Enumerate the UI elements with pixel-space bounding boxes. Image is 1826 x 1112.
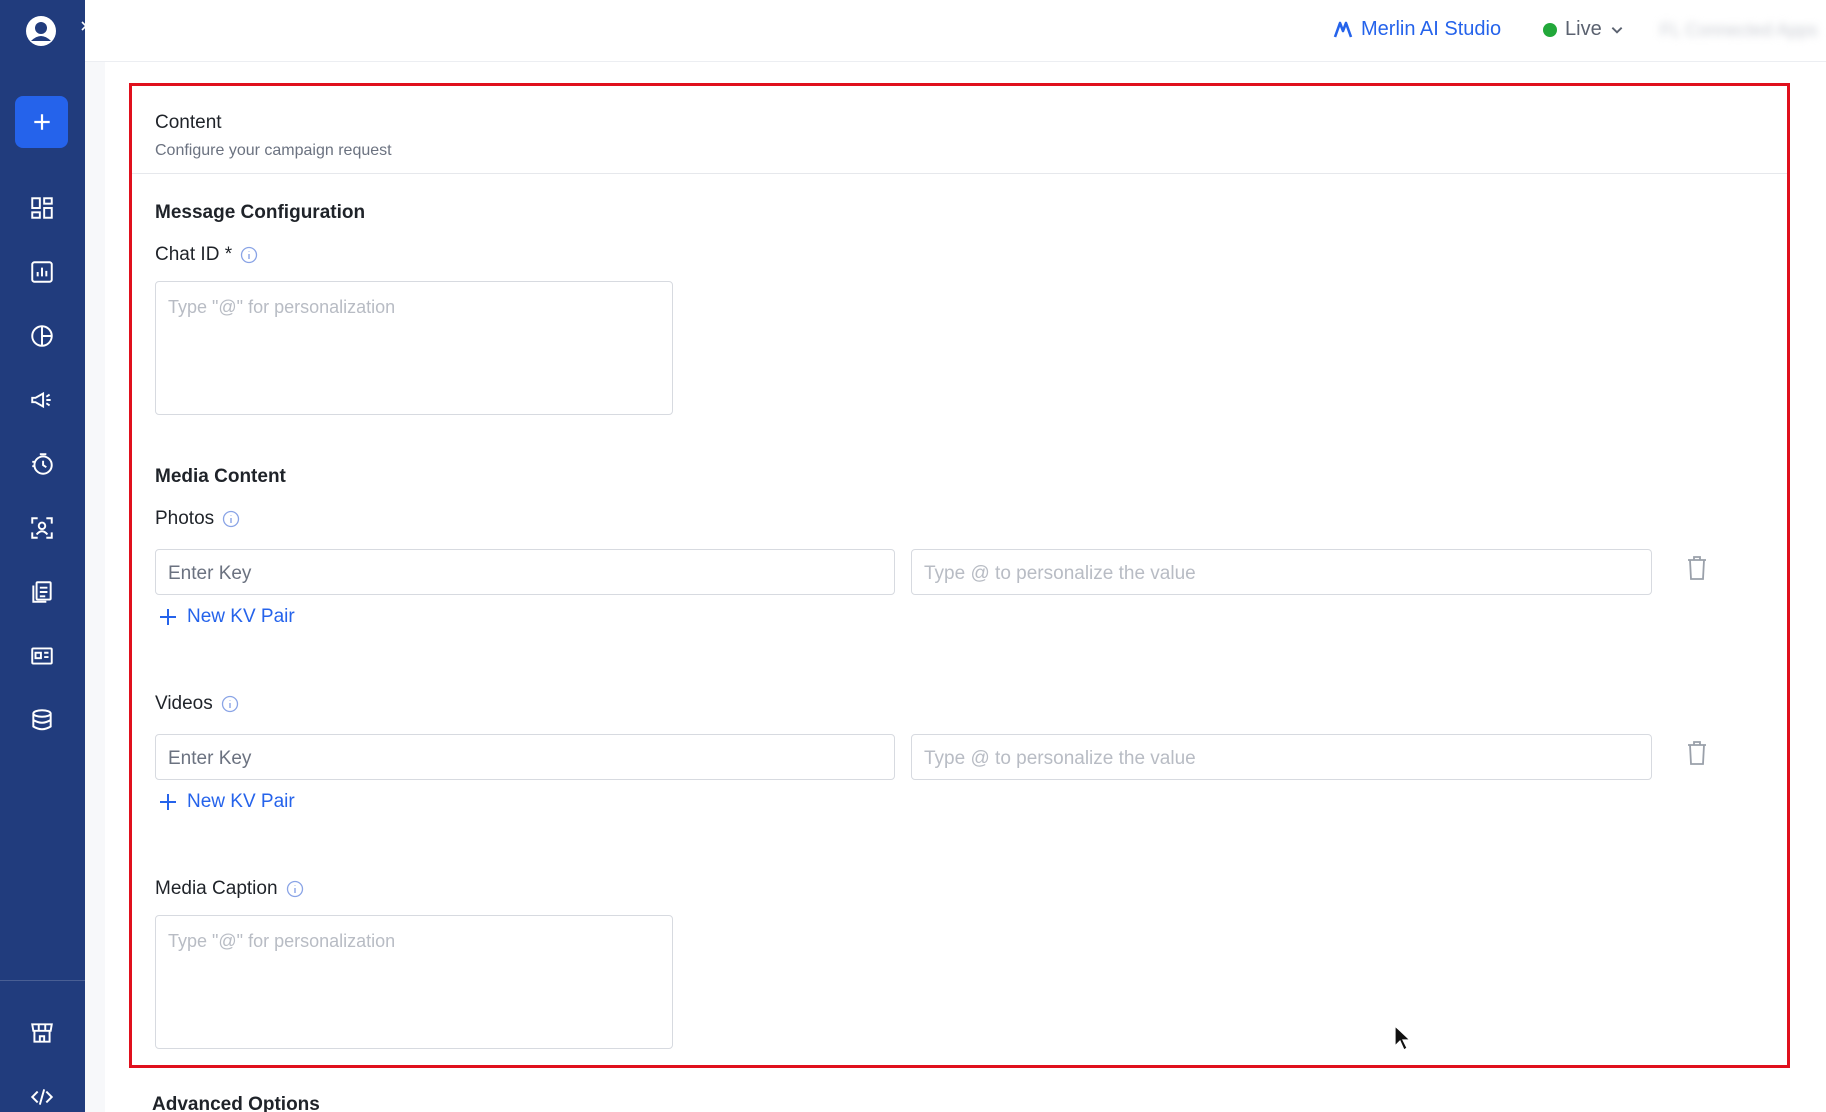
videos-key-placeholder: Enter Key [168,748,252,769]
message-configuration-title: Message Configuration [155,202,366,223]
videos-key-input[interactable]: Enter Key [155,734,895,780]
photos-new-kv-pair-label: New KV Pair [187,606,295,627]
delete-photos-pair-trash-icon[interactable] [1686,555,1708,581]
environment-label: Live [1565,18,1602,40]
sidebar [0,0,98,1112]
media-caption-input[interactable]: Type "@" for personalization [155,915,673,1049]
merlin-ai-studio-label: Merlin AI Studio [1361,18,1502,40]
content-card: Content Configure your campaign request … [129,83,1790,1068]
delete-videos-pair-trash-icon[interactable] [1686,740,1708,766]
photos-value-placeholder: Type @ to personalize the value [924,563,1196,584]
photos-new-kv-pair-button[interactable]: New KV Pair [159,606,295,628]
photos-label: Photos [155,508,215,529]
segments-icon[interactable] [27,321,57,351]
media-caption-placeholder: Type "@" for personalization [168,931,396,951]
info-icon[interactable] [221,695,239,713]
mouse-cursor-icon [1394,1024,1412,1051]
sidebar-divider [0,980,85,981]
chat-id-placeholder: Type "@" for personalization [168,297,396,317]
photos-key-placeholder: Enter Key [168,563,252,584]
videos-new-kv-pair-button[interactable]: New KV Pair [159,791,295,813]
environment-selector[interactable]: Live [1543,18,1624,41]
templates-icon[interactable] [27,577,57,607]
chevron-down-icon [1611,26,1623,34]
plus-icon [33,114,50,130]
chat-id-input[interactable]: Type "@" for personalization [155,281,673,415]
top-bar: Merlin AI Studio Live FL Connected Apps [85,0,1826,62]
videos-value-input[interactable]: Type @ to personalize the value [911,734,1652,780]
media-caption-label: Media Caption [155,878,278,899]
user-avatar-icon[interactable] [24,14,58,48]
campaigns-icon[interactable] [27,385,57,415]
content-icon[interactable] [27,641,57,671]
videos-new-kv-pair-label: New KV Pair [187,791,295,812]
live-status-dot [1543,22,1557,37]
chat-id-label-row: Chat ID * [155,244,258,266]
content-subtitle: Configure your campaign request [155,142,392,159]
photos-key-input[interactable]: Enter Key [155,549,895,595]
account-selector[interactable]: FL Connected Apps [1660,20,1817,41]
contacts-icon[interactable] [27,513,57,543]
journeys-icon[interactable] [27,449,57,479]
merlin-logo-icon [1333,21,1353,37]
chat-id-label: Chat ID * [155,244,233,265]
videos-label: Videos [155,693,213,714]
info-icon[interactable] [240,246,258,264]
videos-label-row: Videos [155,693,239,715]
photos-label-row: Photos [155,508,240,530]
database-icon[interactable] [27,705,57,735]
dashboard-icon[interactable] [27,193,57,223]
analytics-icon[interactable] [27,257,57,287]
page-gutter [85,62,105,1112]
info-icon[interactable] [286,880,304,898]
content-title: Content [155,112,222,133]
videos-value-placeholder: Type @ to personalize the value [924,748,1196,769]
info-icon[interactable] [222,510,240,528]
merlin-ai-studio-link[interactable]: Merlin AI Studio [1333,18,1501,41]
plus-icon [160,794,176,810]
advanced-options-title[interactable]: Advanced Options [152,1094,320,1112]
media-content-title: Media Content [155,466,286,487]
media-caption-label-row: Media Caption [155,878,304,900]
photos-value-input[interactable]: Type @ to personalize the value [911,549,1652,595]
developer-icon[interactable] [27,1082,57,1112]
create-button[interactable] [15,96,68,148]
marketplace-icon[interactable] [27,1018,57,1048]
plus-icon [160,609,176,625]
content-card-header: Content Configure your campaign request [132,86,1787,174]
